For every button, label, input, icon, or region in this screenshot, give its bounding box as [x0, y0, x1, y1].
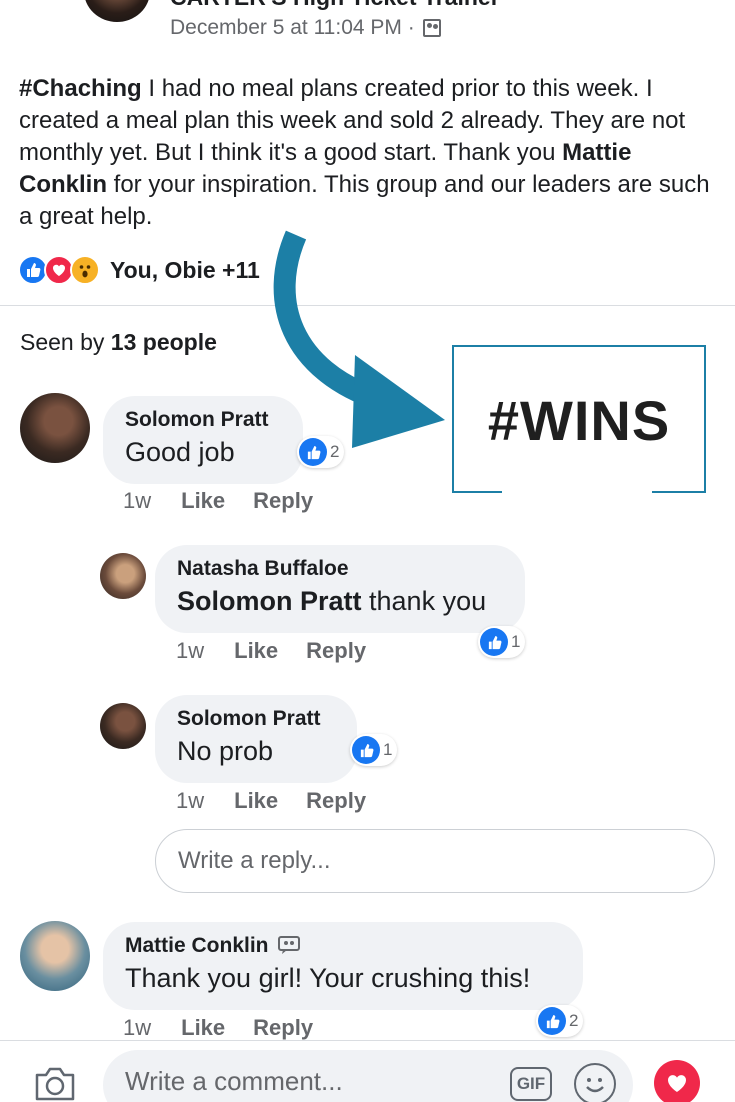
like-icon — [480, 628, 508, 656]
reply-input[interactable]: Write a reply... — [155, 829, 715, 893]
comment-like-button[interactable]: Like — [234, 788, 278, 814]
comment-bubble: Mattie Conklin Thank you girl! Your crus… — [103, 922, 583, 1010]
commenter-avatar[interactable] — [20, 921, 90, 991]
hashtag-link[interactable]: #Chaching — [19, 75, 142, 102]
comment-reply-button[interactable]: Reply — [253, 1015, 313, 1041]
commenter-avatar[interactable] — [100, 703, 146, 749]
reaction-names: You, Obie +11 — [110, 256, 260, 283]
like-icon — [352, 736, 380, 764]
comment-author[interactable]: Solomon Pratt — [177, 705, 335, 733]
comment-like-button[interactable]: Like — [234, 638, 278, 664]
like-count-value: 1 — [383, 740, 393, 759]
comment-reply-button[interactable]: Reply — [306, 638, 366, 664]
comment-author[interactable]: Mattie Conklin — [125, 934, 269, 957]
mention-link[interactable]: Solomon Pratt — [177, 586, 362, 616]
comment-reply-button[interactable]: Reply — [306, 788, 366, 814]
admin-badge-icon — [278, 936, 301, 954]
comment-text: Thank you girl! Your crushing this! — [125, 963, 531, 993]
comment-bubble: Solomon Pratt No prob — [155, 695, 357, 783]
comment-bubble: Natasha Buffaloe Solomon Pratt thank you — [155, 545, 525, 633]
post-timestamp[interactable]: December 5 at 11:04 PM · — [170, 16, 415, 40]
comment-time[interactable]: 1w — [176, 638, 204, 664]
comment-text-content: thank you — [361, 586, 487, 616]
comment-actions: 1w Like Reply — [176, 638, 366, 664]
comment-like-count[interactable]: 2 — [536, 1005, 584, 1037]
heart-icon — [667, 1075, 687, 1092]
emoji-icon[interactable] — [574, 1063, 616, 1102]
comment-input[interactable]: Write a comment... — [103, 1050, 633, 1102]
wins-overlay-text: #WINS — [487, 389, 671, 452]
comment-time[interactable]: 1w — [123, 488, 151, 514]
comment-author[interactable]: Solomon Pratt — [125, 406, 281, 434]
group-privacy-icon — [422, 19, 441, 37]
comment-like-button[interactable]: Like — [181, 1015, 225, 1041]
comment-time[interactable]: 1w — [123, 1015, 151, 1041]
post-meta: December 5 at 11:04 PM · — [170, 16, 441, 40]
post-text-2: for your inspiration. This group and our… — [19, 171, 710, 230]
post-body: #Chaching I had no meal plans created pr… — [19, 73, 719, 233]
seen-by-label: Seen by — [20, 329, 111, 355]
seen-by-count: 13 people — [110, 329, 217, 355]
camera-icon[interactable] — [34, 1066, 76, 1102]
curved-arrow-icon — [273, 230, 445, 448]
wins-frame-gap — [502, 489, 652, 497]
seen-by[interactable]: Seen by 13 people — [20, 329, 217, 356]
comment-reply-button[interactable]: Reply — [253, 488, 313, 514]
comment-text: No prob — [177, 736, 274, 766]
comment-actions: 1w Like Reply — [176, 788, 366, 814]
love-reaction-button[interactable] — [654, 1060, 700, 1102]
comment-like-button[interactable]: Like — [181, 488, 225, 514]
commenter-avatar[interactable] — [100, 553, 146, 599]
gif-button[interactable]: GIF — [510, 1067, 552, 1101]
poster-avatar[interactable] — [84, 0, 150, 22]
comment-author[interactable]: Natasha Buffaloe — [177, 555, 503, 583]
like-icon — [538, 1007, 566, 1035]
comment-actions: 1w Like Reply — [123, 488, 313, 514]
like-count-value: 1 — [511, 632, 521, 651]
comment-actions: 1w Like Reply — [123, 1015, 313, 1041]
reactions-summary[interactable]: You, Obie +11 — [18, 255, 260, 285]
comment-text: Good job — [125, 437, 235, 467]
comment-like-count[interactable]: 1 — [478, 626, 526, 658]
comment-time[interactable]: 1w — [176, 788, 204, 814]
comment-author-row: Mattie Conklin — [125, 932, 561, 960]
like-count-value: 2 — [569, 1011, 579, 1030]
commenter-avatar[interactable] — [20, 393, 90, 463]
poster-name[interactable]: CARTER'S High Ticket Trainer — [170, 0, 500, 11]
comment-text: Solomon Pratt thank you — [177, 583, 503, 619]
comment-like-count[interactable]: 1 — [350, 734, 398, 766]
wow-icon — [70, 255, 100, 285]
